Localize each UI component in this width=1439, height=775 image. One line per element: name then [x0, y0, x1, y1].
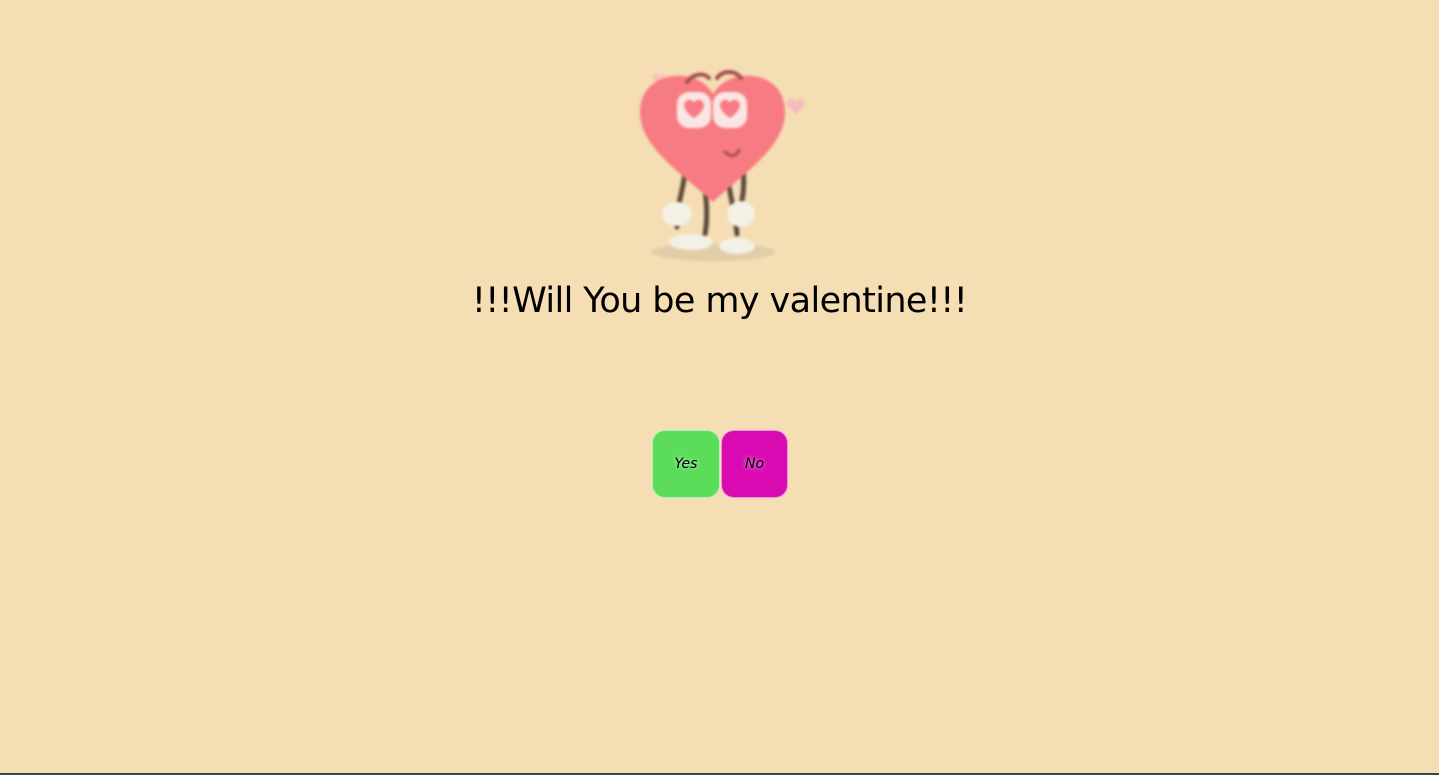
valentine-question: !!!Will You be my valentine!!! [471, 281, 968, 321]
yes-button[interactable]: Yes [652, 430, 720, 498]
no-button[interactable]: No [721, 430, 788, 498]
heart-character-illustration [625, 62, 825, 267]
no-button-label: No [744, 456, 765, 472]
yes-button-label: Yes [674, 456, 698, 472]
page-background: !!!Will You be my valentine!!! Yes No [0, 0, 1439, 775]
